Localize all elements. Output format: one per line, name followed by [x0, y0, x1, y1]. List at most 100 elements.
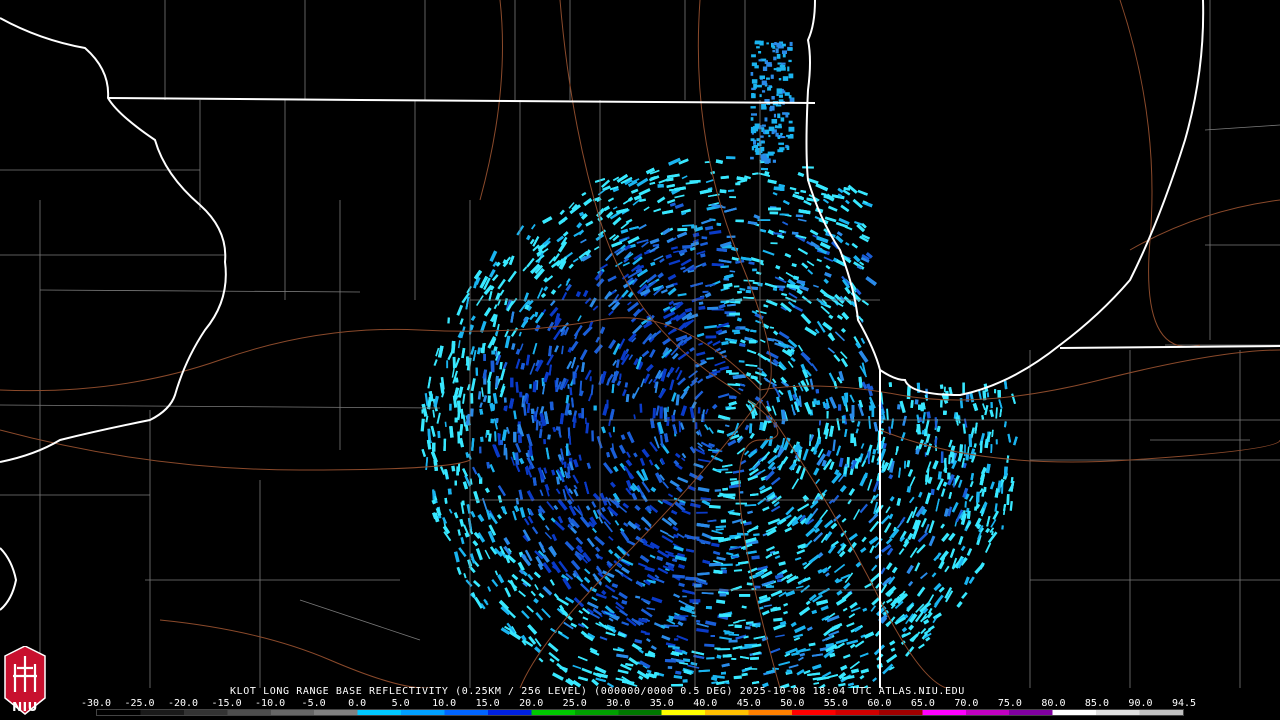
echo [762, 66, 768, 71]
echo [758, 59, 763, 62]
echo [549, 658, 555, 663]
echo [593, 246, 600, 251]
echo [487, 586, 492, 592]
echo [751, 93, 756, 99]
echo [868, 415, 872, 429]
echo [745, 289, 751, 294]
echo [646, 607, 656, 611]
echo [585, 422, 590, 434]
echo [634, 638, 643, 644]
echo [622, 261, 630, 267]
echo [577, 655, 588, 662]
echo [852, 198, 863, 209]
echo [862, 607, 868, 612]
echo [895, 446, 899, 456]
echo [855, 428, 859, 434]
echo [964, 501, 967, 508]
echo [665, 283, 675, 289]
echo [554, 520, 565, 531]
echo [760, 339, 766, 343]
echo [812, 664, 822, 670]
echo [658, 178, 668, 184]
echo [750, 117, 754, 121]
echo [861, 536, 867, 543]
echo [663, 407, 668, 417]
echo [751, 681, 760, 685]
echo [916, 543, 926, 554]
echo [777, 113, 781, 119]
echo [456, 566, 462, 575]
echo [803, 669, 811, 675]
echo [555, 488, 561, 495]
echo [1009, 500, 1013, 511]
echo [775, 634, 785, 638]
echo [817, 569, 823, 574]
echo [690, 282, 704, 288]
echo [577, 315, 582, 322]
echo [805, 378, 810, 386]
echo [704, 225, 714, 231]
echo [909, 496, 915, 504]
echo [728, 372, 739, 375]
echo [906, 564, 914, 575]
echo [532, 342, 538, 355]
echo [595, 336, 600, 343]
echo [654, 463, 660, 470]
echo [927, 625, 935, 632]
echo [776, 396, 781, 403]
echo [510, 327, 519, 337]
echo [749, 432, 755, 439]
echo [762, 610, 770, 616]
echo [525, 354, 531, 366]
echo [696, 522, 710, 528]
echo [682, 679, 688, 683]
echo [581, 667, 593, 674]
echo [948, 387, 953, 395]
echo [888, 474, 894, 480]
echo [711, 542, 720, 548]
echo [508, 398, 515, 409]
echo [795, 465, 802, 474]
echo [983, 486, 987, 492]
echo [542, 562, 552, 574]
echo [833, 381, 838, 389]
echo [787, 389, 794, 402]
echo [680, 405, 687, 417]
echo [827, 205, 838, 212]
echo [773, 113, 776, 118]
echo [741, 672, 748, 677]
echo [594, 535, 605, 546]
echo [650, 330, 662, 339]
echo [848, 488, 855, 496]
echo [559, 209, 565, 216]
echo [534, 311, 539, 317]
echo [545, 447, 550, 460]
echo [991, 429, 994, 437]
echo [906, 486, 912, 493]
echo [814, 527, 820, 534]
echo [762, 249, 775, 256]
echo [637, 562, 648, 568]
echo [543, 371, 550, 383]
echo [721, 671, 726, 675]
echo [689, 346, 695, 353]
echo [872, 448, 877, 455]
echo [863, 631, 875, 639]
echo [716, 654, 722, 659]
echo [501, 506, 507, 514]
echo [463, 573, 467, 579]
echo [867, 478, 873, 491]
echo [488, 268, 496, 278]
echo [678, 421, 681, 433]
echo [583, 197, 593, 207]
echo [656, 555, 664, 561]
echo [477, 514, 485, 522]
echo [865, 276, 877, 286]
echo [785, 271, 795, 278]
echo [804, 326, 817, 336]
echo [733, 620, 740, 624]
echo [649, 349, 656, 358]
echo [739, 383, 746, 387]
echo [800, 189, 807, 194]
echo [690, 499, 696, 502]
